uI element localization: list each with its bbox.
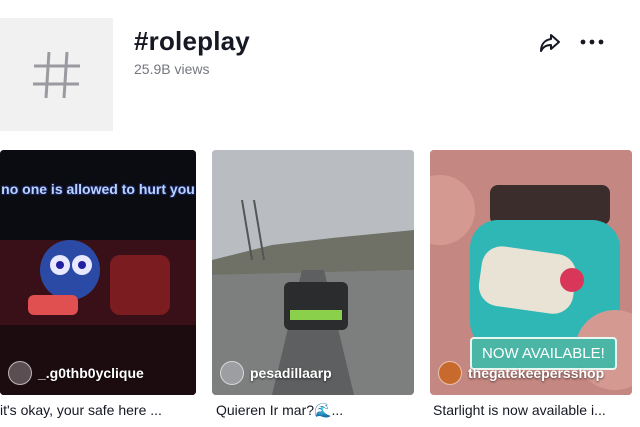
- video-author[interactable]: pesadillaarp: [220, 361, 332, 385]
- avatar: [8, 361, 32, 385]
- author-name: pesadillaarp: [250, 365, 332, 381]
- avatar: [220, 361, 244, 385]
- video-card[interactable]: pesadillaarp: [212, 150, 414, 395]
- hashtag-views: 25.9B views: [134, 61, 210, 77]
- video-caption[interactable]: it's okay, your safe here ...: [0, 402, 196, 418]
- video-overlay-text: no one is allowed to hurt you: [1, 181, 195, 197]
- video-card[interactable]: NOW AVAILABLE! thegatekeepersshop: [430, 150, 632, 395]
- video-thumbnail: [212, 150, 414, 395]
- more-icon: [580, 39, 604, 45]
- video-author[interactable]: thegatekeepersshop: [438, 361, 604, 385]
- video-caption[interactable]: Starlight is now available i...: [433, 402, 633, 418]
- avatar: [438, 361, 462, 385]
- video-card[interactable]: no one is allowed to hurt you _.g0thb0yc…: [0, 150, 196, 395]
- more-options-button[interactable]: [578, 30, 606, 54]
- hashtag-title: #roleplay: [134, 26, 250, 56]
- share-icon: [540, 34, 560, 52]
- hashtag-icon: [32, 51, 80, 98]
- hashtag-avatar: [0, 18, 113, 131]
- share-button[interactable]: [538, 30, 562, 54]
- author-name: thegatekeepersshop: [468, 365, 605, 381]
- author-name: _.g0thb0yclique: [38, 365, 144, 381]
- video-caption[interactable]: Quieren Ir mar?🌊...: [216, 402, 414, 419]
- video-author[interactable]: _.g0thb0yclique: [8, 361, 144, 385]
